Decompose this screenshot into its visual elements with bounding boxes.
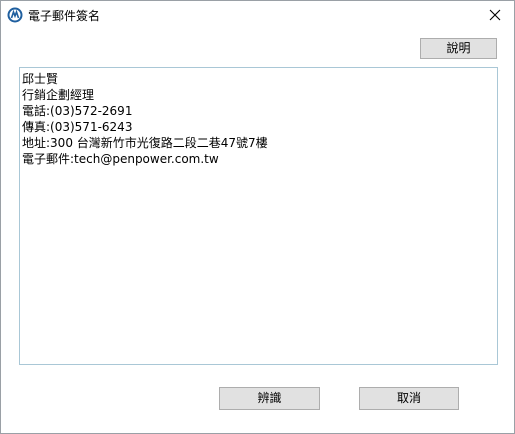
window-title: 電子郵件簽名 (28, 9, 101, 23)
title-bar: 電子郵件簽名 (1, 1, 514, 31)
penpower-logo-icon (7, 7, 23, 23)
close-button[interactable] (476, 1, 514, 31)
signature-line-name: 邱士賢 (22, 72, 59, 86)
close-icon (489, 9, 501, 24)
signature-line-phone: 電話:(03)572-2691 (22, 104, 133, 118)
signature-line-email: 電子郵件:tech@penpower.com.tw (22, 152, 219, 166)
signature-textarea[interactable]: 邱士賢 行銷企劃經理 電話:(03)572-2691 傳真:(03)571-62… (19, 67, 498, 365)
signature-line-address: 地址:300 台灣新竹市光復路二段二巷47號7樓 (22, 136, 268, 150)
recognize-button[interactable]: 辨識 (219, 387, 320, 410)
signature-line-title: 行銷企劃經理 (22, 88, 95, 102)
email-signature-dialog: 電子郵件簽名 說明 邱士賢 行銷企劃經理 電話:(03)572-2691 傳真:… (0, 0, 515, 434)
cancel-button[interactable]: 取消 (359, 387, 459, 410)
help-button[interactable]: 說明 (420, 38, 497, 59)
signature-line-fax: 傳真:(03)571-6243 (22, 120, 133, 134)
